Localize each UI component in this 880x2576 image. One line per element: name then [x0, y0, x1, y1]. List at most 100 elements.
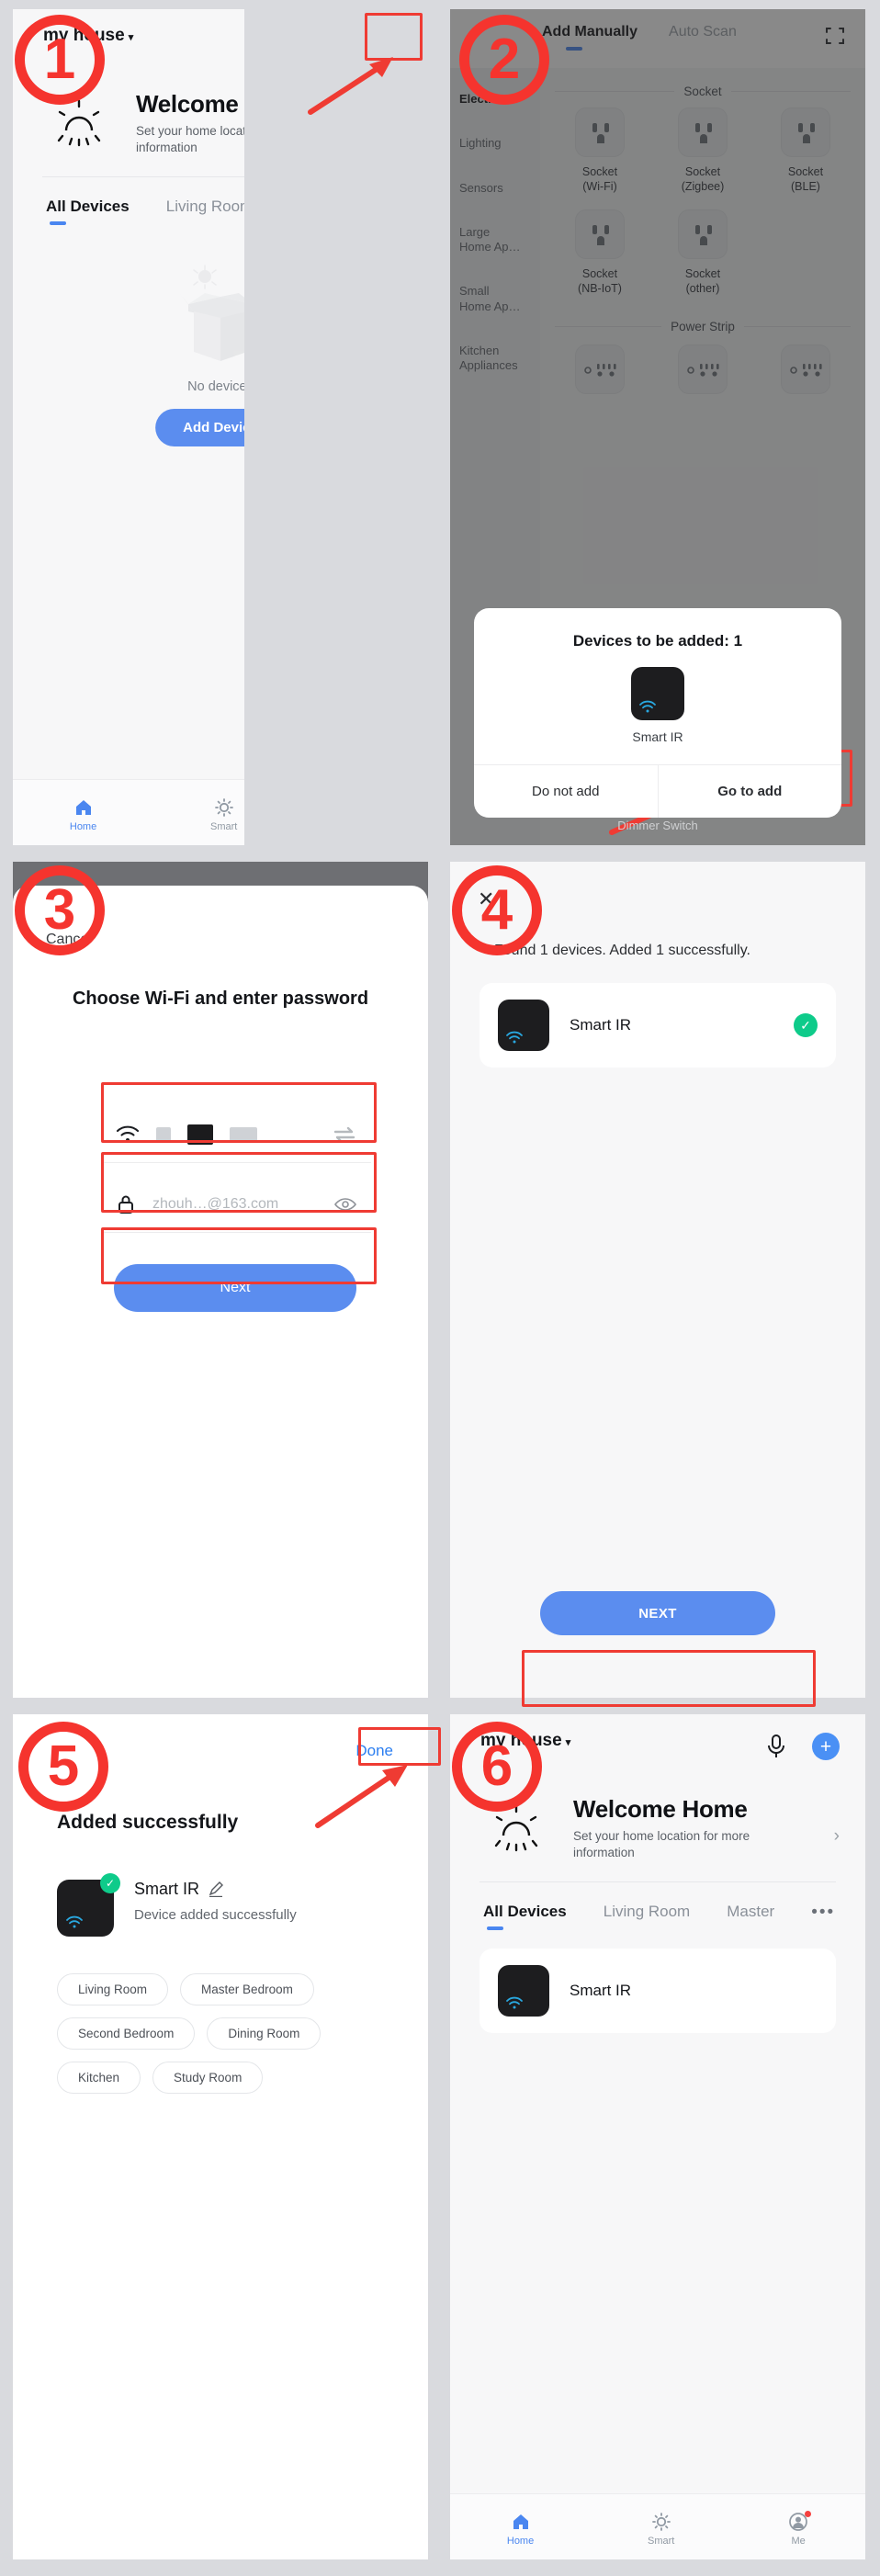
- empty-box-illustration: [152, 260, 244, 370]
- wifi-icon: [639, 700, 656, 713]
- nav-item-smart[interactable]: Smart: [210, 797, 237, 832]
- wifi-icon: [506, 1997, 523, 2009]
- tab-all-devices[interactable]: All Devices: [483, 1903, 567, 1931]
- chevron-down-icon: ▾: [565, 1737, 571, 1748]
- wifi-title: Choose Wi-Fi and enter password: [72, 989, 369, 1009]
- step-badge-5: 5: [18, 1722, 108, 1812]
- pencil-icon[interactable]: [208, 1881, 225, 1898]
- nav-label-smart: Smart: [209, 820, 238, 832]
- added-message: Found 1 devices. Added 1 successfully.: [494, 943, 750, 958]
- nav-item-home[interactable]: Home: [507, 2512, 534, 2547]
- device-thumbnail: [631, 667, 684, 720]
- dialog-actions: Do not add Go to add: [474, 764, 841, 818]
- device-thumbnail: [498, 1965, 549, 2017]
- check-circle-icon: ✓: [794, 1013, 818, 1037]
- devices-to-add-dialog: Devices to be added: 1 Smart IR Do not a…: [474, 608, 841, 818]
- step-badge-2: 2: [459, 15, 549, 105]
- panel-step-5: Done Added successfully ✓ Smart IR Devic…: [13, 1714, 428, 2559]
- nav-item-smart[interactable]: Smart: [648, 2512, 674, 2547]
- room-chip-dining-room[interactable]: Dining Room: [207, 2017, 322, 2050]
- nav-label-home: Home: [506, 2535, 535, 2547]
- room-chip-list: Living Room Master Bedroom Second Bedroo…: [57, 1973, 391, 2094]
- smart-icon: [214, 797, 234, 818]
- room-chip-master-bedroom[interactable]: Master Bedroom: [180, 1973, 314, 2005]
- check-circle-icon: ✓: [100, 1873, 120, 1893]
- nav-label-home: Home: [69, 820, 97, 832]
- room-tabs: All Devices Living Room Master •••: [450, 1882, 865, 1931]
- tabs-overflow-icon[interactable]: •••: [811, 1903, 839, 1923]
- wifi-sheet: Cance Choose Wi-Fi and enter password zh…: [13, 886, 428, 1698]
- highlight-password-field: [101, 1152, 377, 1213]
- nav-label-smart: Smart: [647, 2535, 675, 2547]
- panel-step-1: my house▾ + Welcome Home Set your home l…: [13, 9, 244, 845]
- added-device-name: Smart IR: [570, 1016, 632, 1034]
- arrow-to-plus-button: [308, 57, 393, 115]
- home-screen: my house▾ + Welcome Home Set your home l…: [13, 9, 244, 845]
- success-device-name-row: Smart IR: [134, 1880, 297, 1899]
- wifi-icon: [506, 1031, 523, 1044]
- tab-master[interactable]: Master: [727, 1903, 774, 1930]
- dialog-device: Smart IR: [474, 667, 841, 764]
- chevron-down-icon: ▾: [128, 32, 134, 43]
- home-screen-with-device: my house ▾ + Welcome Home Set your home l…: [450, 1714, 865, 2559]
- step-badge-1: 1: [15, 15, 105, 105]
- tab-all-devices[interactable]: All Devices: [46, 198, 130, 226]
- panel-step-2: ‹ Add Manually Auto Scan Electrical Ligh…: [450, 9, 865, 845]
- notification-dot: [805, 2510, 812, 2517]
- success-screen: Done Added successfully ✓ Smart IR Devic…: [13, 1714, 428, 2559]
- room-chip-kitchen[interactable]: Kitchen: [57, 2062, 141, 2094]
- welcome-subtitle: Set your home location for more informat…: [573, 1829, 750, 1860]
- welcome-subtitle: Set your home location for more informat…: [136, 124, 244, 155]
- success-device-sub: Device added successfully: [134, 1907, 297, 1923]
- next-button[interactable]: NEXT: [540, 1591, 775, 1635]
- room-chip-living-room[interactable]: Living Room: [57, 1973, 169, 2005]
- smart-icon: [651, 2512, 671, 2532]
- added-device-card[interactable]: Smart IR ✓: [479, 983, 836, 1068]
- device-thumbnail: ✓: [57, 1873, 120, 1937]
- do-not-add-button[interactable]: Do not add: [474, 765, 658, 818]
- success-device-text: Smart IR Device added successfully: [134, 1880, 297, 1937]
- device-name: Smart IR: [570, 1982, 632, 2000]
- add-device-button[interactable]: Add Device: [155, 409, 244, 447]
- wifi-icon: [66, 1915, 83, 1928]
- step-badge-4: 4: [452, 865, 542, 955]
- tutorial-sheet: my house▾ + Welcome Home Set your home l…: [0, 0, 880, 2576]
- highlight-next-button: [101, 1227, 377, 1284]
- success-device-name: Smart IR: [134, 1880, 200, 1898]
- chevron-right-icon[interactable]: ›: [834, 1826, 840, 1847]
- profile-icon: [788, 2510, 812, 2532]
- nav-label-me: Me: [791, 2535, 806, 2547]
- device-card-smart-ir[interactable]: Smart IR: [479, 1949, 836, 2034]
- room-tabs: All Devices Living Room Master •••: [13, 177, 244, 226]
- device-thumbnail: [498, 1000, 549, 1051]
- go-to-add-button[interactable]: Go to add: [659, 765, 842, 818]
- home-icon: [511, 2512, 531, 2532]
- highlight-plus-button: [365, 13, 423, 61]
- home-icon: [73, 797, 94, 818]
- dialog-title: Devices to be added: 1: [572, 632, 743, 650]
- nav-item-home[interactable]: Home: [70, 797, 96, 832]
- panel-step-4: ✕ Found 1 devices. Added 1 successfully.…: [450, 862, 865, 1698]
- microphone-icon[interactable]: [764, 1733, 788, 1760]
- tab-living-room[interactable]: Living Room: [166, 198, 244, 225]
- panel-step-6: my house ▾ + Welcome Home Set your home l…: [450, 1714, 865, 2559]
- success-title: Added successfully: [57, 1812, 239, 1833]
- empty-state: No devices Add Device: [13, 225, 244, 528]
- welcome-title: Welcome Home: [573, 1795, 748, 1823]
- arrow-to-done-button: [315, 1765, 408, 1828]
- room-chip-second-bedroom[interactable]: Second Bedroom: [57, 2017, 196, 2050]
- add-device-plus-button[interactable]: +: [812, 1733, 840, 1760]
- bottom-navigation: Home Smart Me: [450, 2493, 865, 2559]
- success-device: ✓ Smart IR Device added successfully: [57, 1873, 297, 1937]
- added-screen: ✕ Found 1 devices. Added 1 successfully.…: [450, 862, 865, 1698]
- highlight-big-next-button: [522, 1650, 816, 1707]
- dialog-device-name: Smart IR: [632, 729, 683, 744]
- nav-item-me[interactable]: Me: [788, 2510, 812, 2547]
- bottom-navigation: Home Smart Me: [13, 779, 244, 845]
- footer-hint: Dimmer Switch: [617, 819, 698, 832]
- room-chip-study-room[interactable]: Study Room: [152, 2062, 264, 2094]
- tab-living-room[interactable]: Living Room: [604, 1903, 691, 1930]
- step-badge-6: 6: [452, 1722, 542, 1812]
- welcome-title: Welcome Home: [136, 90, 244, 118]
- step-badge-3: 3: [15, 865, 105, 955]
